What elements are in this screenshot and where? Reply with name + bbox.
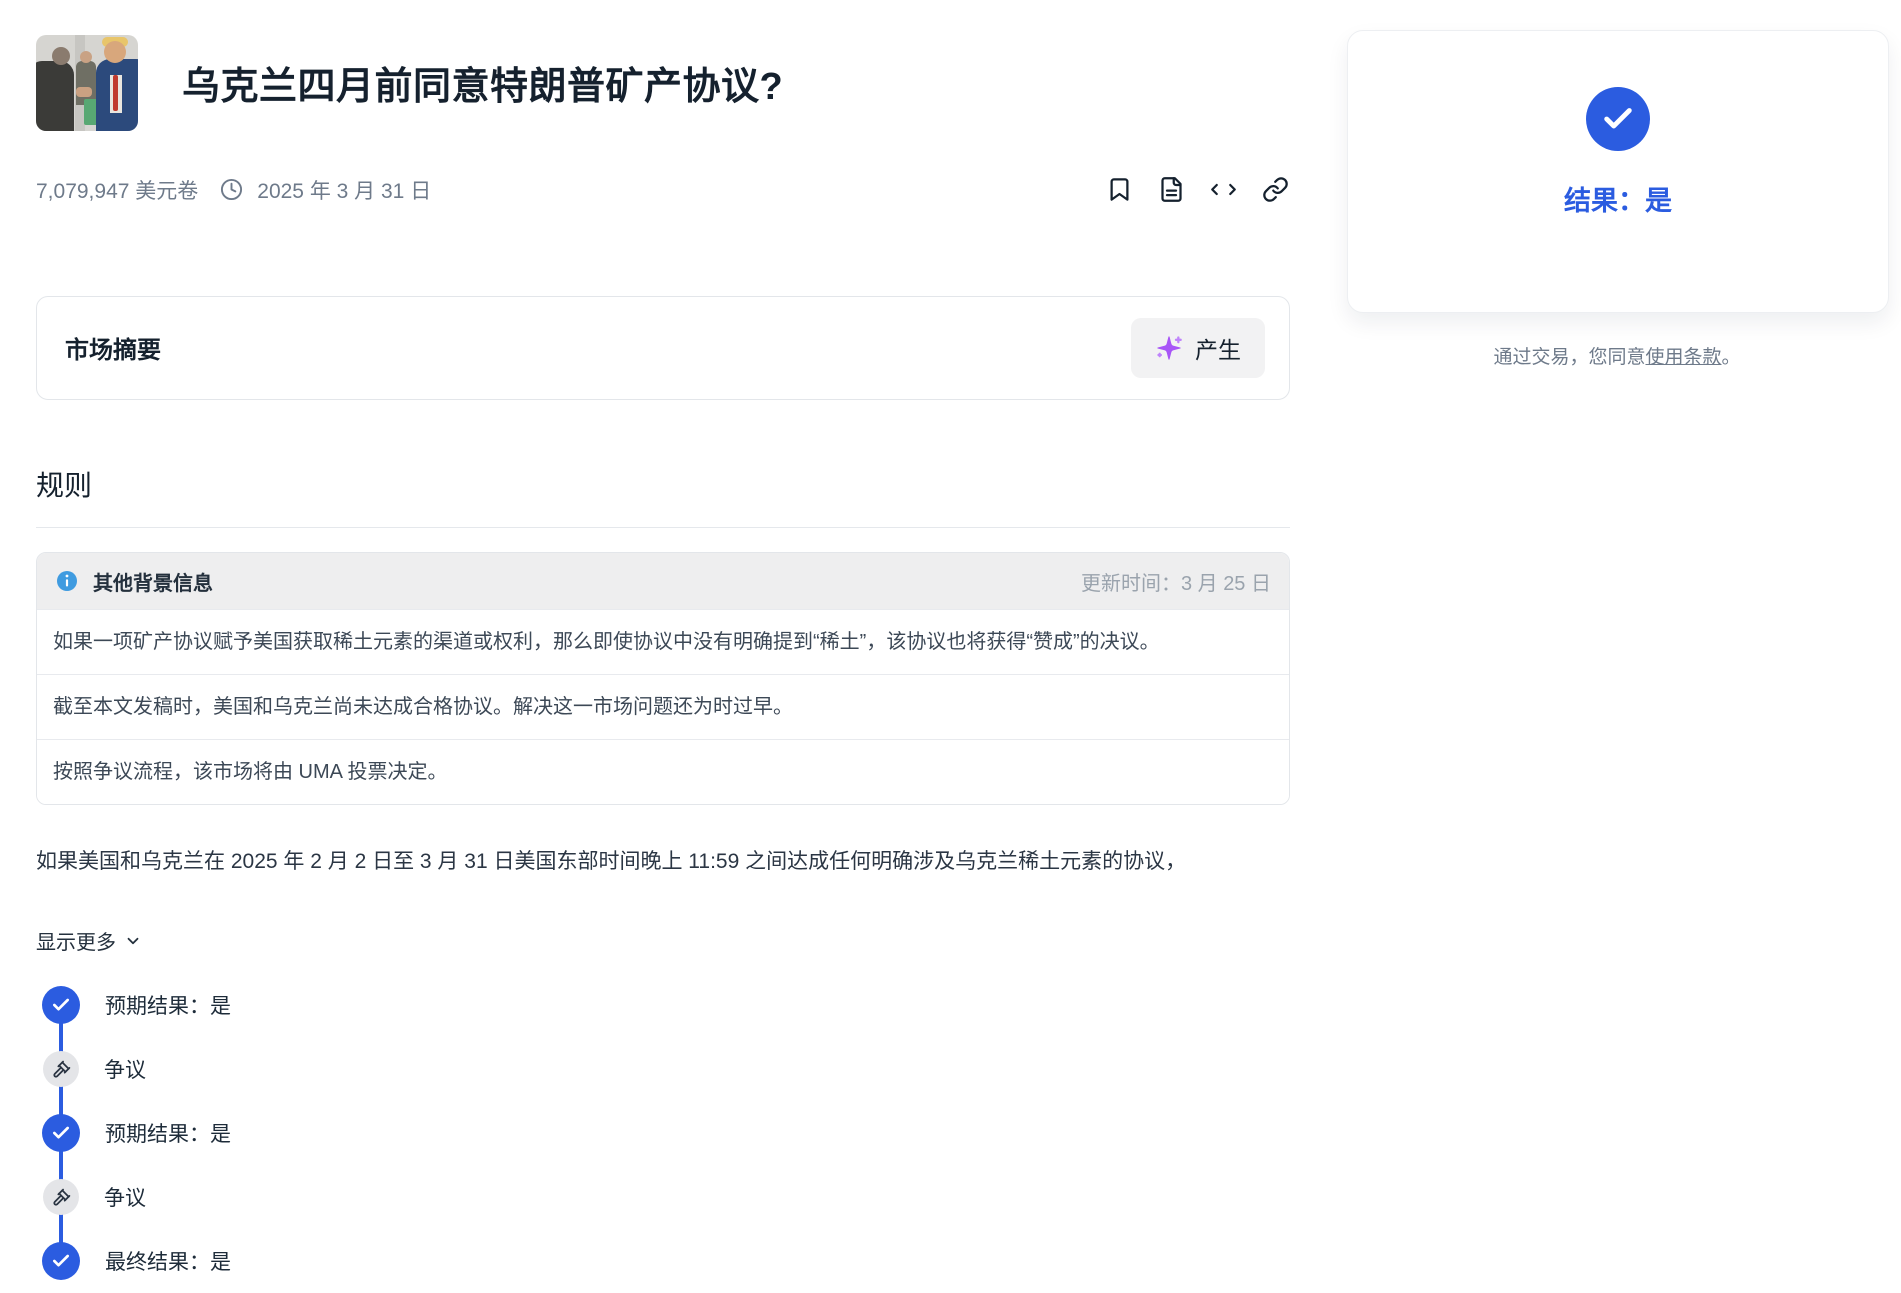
- context-item: 如果一项矿产协议赋予美国获取稀土元素的渠道或权利，那么即使协议中没有明确提到“稀…: [37, 609, 1289, 674]
- gavel-icon: [43, 1051, 79, 1087]
- timeline-label: 争议: [104, 1054, 146, 1084]
- market-meta-row: 7,079,947 美元卷 2025 年 3 月 31 日: [36, 172, 1290, 208]
- market-summary-box: 市场摘要 产生: [36, 296, 1290, 400]
- result-card: 结果：是: [1347, 30, 1889, 313]
- rules-divider: [36, 527, 1290, 528]
- market-page-main: 乌克兰四月前同意特朗普矿产协议? 7,079,947 美元卷 2025 年 3 …: [36, 30, 1290, 1293]
- bookmark-icon[interactable]: [1104, 175, 1134, 205]
- context-item: 截至本文发稿时，美国和乌克兰尚未达成合格协议。解决这一市场问题还为时过早。: [37, 674, 1289, 739]
- context-info-box: 其他背景信息 更新时间：3 月 25 日 如果一项矿产协议赋予美国获取稀土元素的…: [36, 552, 1290, 805]
- chevron-down-icon: [124, 932, 142, 950]
- resolution-timeline: 预期结果：是 争议 预期结果：是 争议 最终结果：是: [36, 973, 1290, 1293]
- terms-text-after: 。: [1722, 347, 1741, 368]
- context-info-header: 其他背景信息 更新时间：3 月 25 日: [37, 553, 1289, 609]
- rules-paragraph: 如果美国和乌克兰在 2025 年 2 月 2 日至 3 月 31 日美国东部时间…: [36, 845, 1290, 879]
- market-meta: 7,079,947 美元卷 2025 年 3 月 31 日: [36, 175, 431, 205]
- sparkles-icon: [1155, 334, 1183, 362]
- result-check-icon: [1586, 87, 1650, 151]
- copy-link-icon[interactable]: [1260, 175, 1290, 205]
- timeline-label: 最终结果：是: [105, 1246, 231, 1276]
- terms-notice: 通过交易，您同意使用条款。: [1347, 342, 1887, 369]
- timeline-item: 争议: [42, 1165, 1290, 1229]
- timeline-item: 预期结果：是: [42, 1101, 1290, 1165]
- end-date: 2025 年 3 月 31 日: [257, 175, 431, 205]
- gavel-icon: [43, 1179, 79, 1215]
- check-icon: [42, 1242, 80, 1280]
- document-icon[interactable]: [1156, 175, 1186, 205]
- generate-button-label: 产生: [1195, 331, 1241, 365]
- context-item: 按照争议流程，该市场将由 UMA 投票决定。: [37, 739, 1289, 804]
- show-more-button[interactable]: 显示更多: [36, 926, 142, 955]
- timeline-label: 预期结果：是: [105, 1118, 231, 1148]
- market-header: 乌克兰四月前同意特朗普矿产协议?: [36, 30, 1290, 136]
- timeline-label: 争议: [104, 1182, 146, 1212]
- rules-heading: 规则: [36, 464, 1290, 504]
- embed-code-icon[interactable]: [1208, 175, 1238, 205]
- volume-value: 7,079,947 美元卷: [36, 175, 198, 205]
- market-summary-title: 市场摘要: [65, 330, 161, 365]
- info-icon: [55, 569, 79, 593]
- check-icon: [42, 986, 80, 1024]
- market-thumbnail-image: [36, 35, 138, 131]
- timeline-item: 争议: [42, 1037, 1290, 1101]
- market-actions: [1104, 175, 1290, 205]
- context-info-title: 其他背景信息: [93, 567, 213, 596]
- timeline-item: 最终结果：是: [42, 1229, 1290, 1293]
- generate-summary-button[interactable]: 产生: [1131, 318, 1265, 378]
- terms-text-before: 通过交易，您同意: [1493, 347, 1645, 368]
- clock-icon: [220, 178, 243, 201]
- context-updated-label: 更新时间：3 月 25 日: [1081, 567, 1271, 596]
- terms-of-use-link[interactable]: 使用条款: [1645, 347, 1721, 368]
- timeline-label: 预期结果：是: [105, 990, 231, 1020]
- show-more-label: 显示更多: [36, 926, 116, 955]
- page-title: 乌克兰四月前同意特朗普矿产协议?: [182, 55, 783, 110]
- check-icon: [42, 1114, 80, 1152]
- timeline-item: 预期结果：是: [42, 973, 1290, 1037]
- result-label: 结果：是: [1564, 179, 1672, 218]
